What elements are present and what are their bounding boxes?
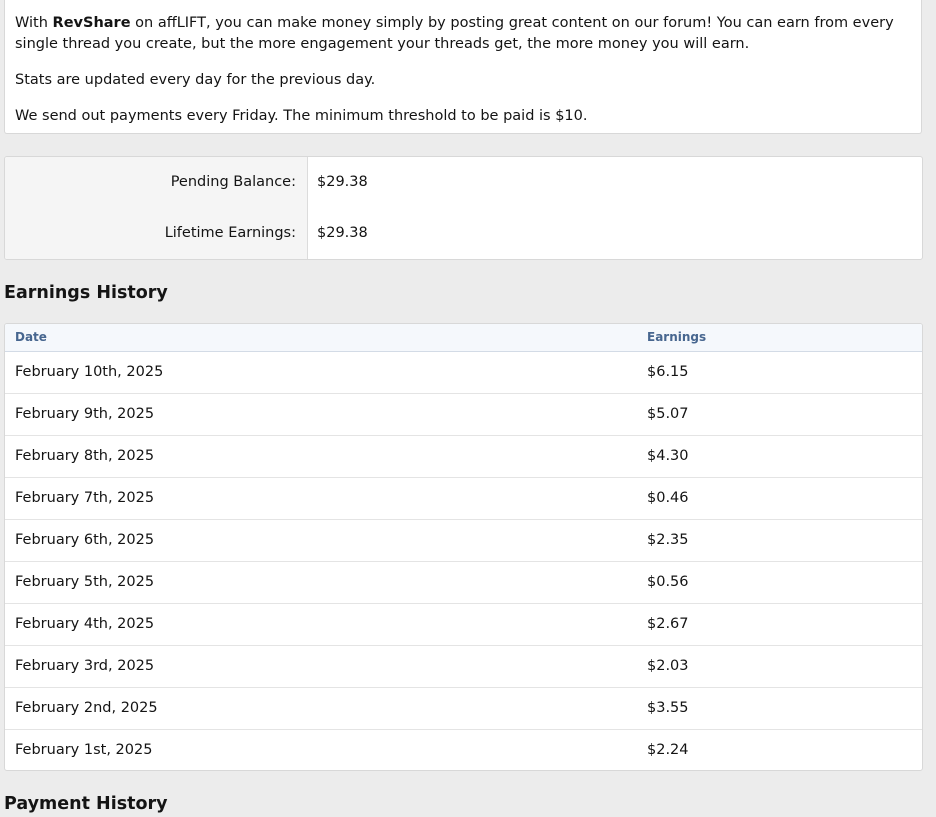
- earnings-history-table: Date Earnings February 10th, 2025 $6.15 …: [4, 323, 923, 771]
- row-earnings: $3.55: [647, 700, 689, 716]
- row-date: February 3rd, 2025: [15, 658, 155, 674]
- table-header: Date Earnings: [5, 324, 922, 352]
- lifetime-earnings-value: $29.38: [317, 225, 368, 241]
- lifetime-earnings-row: Lifetime Earnings: $29.38: [5, 223, 922, 243]
- row-date: February 10th, 2025: [15, 364, 164, 380]
- table-row: February 1st, 2025 $2.24: [5, 730, 922, 770]
- row-earnings: $2.35: [647, 532, 689, 548]
- revshare-intro: With RevShare on affLIFT, you can make m…: [4, 0, 922, 134]
- table-row: February 10th, 2025 $6.15: [5, 352, 922, 394]
- row-date: February 7th, 2025: [15, 490, 155, 506]
- payment-history-heading: Payment History: [4, 794, 168, 814]
- intro-paragraph-3: We send out payments every Friday. The m…: [15, 108, 588, 124]
- row-date: February 1st, 2025: [15, 742, 153, 758]
- row-earnings: $2.03: [647, 658, 689, 674]
- column-header-date[interactable]: Date: [15, 324, 47, 351]
- intro-text-prefix: With: [15, 15, 53, 31]
- row-earnings: $4.30: [647, 448, 689, 464]
- row-earnings: $6.15: [647, 364, 689, 380]
- intro-text-suffix: on affLIFT, you can make money simply by…: [15, 15, 894, 52]
- table-row: February 9th, 2025 $5.07: [5, 394, 922, 436]
- intro-paragraph-2: Stats are updated every day for the prev…: [15, 72, 376, 88]
- row-date: February 4th, 2025: [15, 616, 155, 632]
- intro-revshare-bold: RevShare: [52, 15, 131, 31]
- table-row: February 2nd, 2025 $3.55: [5, 688, 922, 730]
- row-date: February 6th, 2025: [15, 532, 155, 548]
- row-earnings: $2.67: [647, 616, 689, 632]
- intro-paragraph-1: With RevShare on affLIFT, you can make m…: [15, 13, 911, 55]
- lifetime-earnings-label: Lifetime Earnings:: [164, 225, 296, 241]
- table-row: February 6th, 2025 $2.35: [5, 520, 922, 562]
- row-date: February 8th, 2025: [15, 448, 155, 464]
- row-date: February 5th, 2025: [15, 574, 155, 590]
- table-row: February 5th, 2025 $0.56: [5, 562, 922, 604]
- row-earnings: $0.56: [647, 574, 689, 590]
- pending-balance-label: Pending Balance:: [170, 174, 296, 190]
- row-earnings: $2.24: [647, 742, 689, 758]
- row-earnings: $0.46: [647, 490, 689, 506]
- balance-summary: Pending Balance: $29.38 Lifetime Earning…: [4, 156, 923, 260]
- column-header-earnings[interactable]: Earnings: [647, 324, 706, 351]
- table-row: February 7th, 2025 $0.46: [5, 478, 922, 520]
- table-row: February 3rd, 2025 $2.03: [5, 646, 922, 688]
- earnings-history-heading: Earnings History: [4, 283, 168, 303]
- pending-balance-value: $29.38: [317, 174, 368, 190]
- table-row: February 4th, 2025 $2.67: [5, 604, 922, 646]
- pending-balance-row: Pending Balance: $29.38: [5, 172, 922, 192]
- row-earnings: $5.07: [647, 406, 689, 422]
- row-date: February 9th, 2025: [15, 406, 155, 422]
- table-row: February 8th, 2025 $4.30: [5, 436, 922, 478]
- row-date: February 2nd, 2025: [15, 700, 158, 716]
